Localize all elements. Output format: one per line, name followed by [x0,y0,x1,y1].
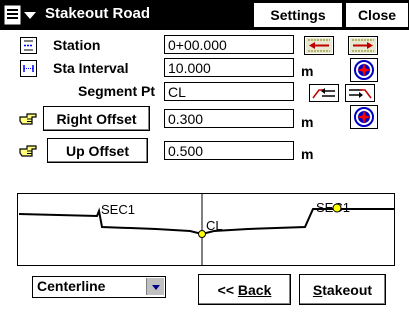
stakeout-label: Stakeout [312,281,373,298]
segment-next-icon [349,89,372,99]
sta-interval-unit: m [301,63,314,79]
settings-button[interactable]: Settings [254,3,342,27]
mode-select-value: Centerline [37,278,106,294]
segment-prev-button[interactable] [309,84,339,102]
right-offset-unit: m [301,114,314,130]
segment-next-button[interactable] [345,84,375,102]
menu-icon [4,5,36,25]
segment-prev-icon [312,88,335,99]
window-title: Stakeout Road [45,5,151,22]
title-bar: Stakeout Road Settings Close [0,0,409,30]
back-label: Back [237,281,272,298]
stakeout-button[interactable]: Stakeout [299,274,386,305]
up-offset-pointer [18,142,38,161]
current-position-point [332,203,342,213]
up-offset-unit: m [301,146,314,162]
profile-left-label: SEC1 [101,202,135,217]
start-menu-button[interactable] [3,2,43,28]
interval-icon [20,60,37,77]
centerline-point [198,230,206,238]
station-icon [20,37,37,54]
hand-pointer-icon [19,145,37,157]
back-button[interactable]: << Back [198,274,291,305]
close-button[interactable]: Close [346,3,408,27]
compass-icon [354,107,374,127]
right-offset-input[interactable]: 0.300 [164,109,294,128]
compass-icon [354,60,374,80]
station-label: Station [53,37,101,53]
hand-pointer-icon [19,113,37,125]
sta-interval-label: Sta Interval [53,60,129,76]
cross-section-view: SEC1 CL SEC1 [17,193,395,266]
profile-center-label: CL [206,218,223,233]
next-station-icon [350,38,376,53]
up-offset-button[interactable]: Up Offset [47,138,148,163]
prev-station-icon [306,38,332,53]
back-arrows: << [217,281,238,298]
segment-pt-label: Segment Pt [78,83,156,99]
sta-interval-input[interactable]: 10.000 [164,58,294,77]
interval-compass-button[interactable] [350,58,378,82]
right-offset-button[interactable]: Right Offset [43,106,150,131]
right-offset-pointer [18,110,38,129]
station-input[interactable]: 0+00.000 [164,35,294,54]
up-offset-input[interactable]: 0.500 [164,141,294,160]
mode-select[interactable]: Centerline [32,276,166,298]
dropdown-arrow-icon[interactable] [146,278,164,295]
prev-station-button[interactable] [304,36,334,55]
segment-pt-field: CL [164,82,294,101]
offset-compass-button[interactable] [350,105,378,129]
next-station-button[interactable] [348,36,378,55]
